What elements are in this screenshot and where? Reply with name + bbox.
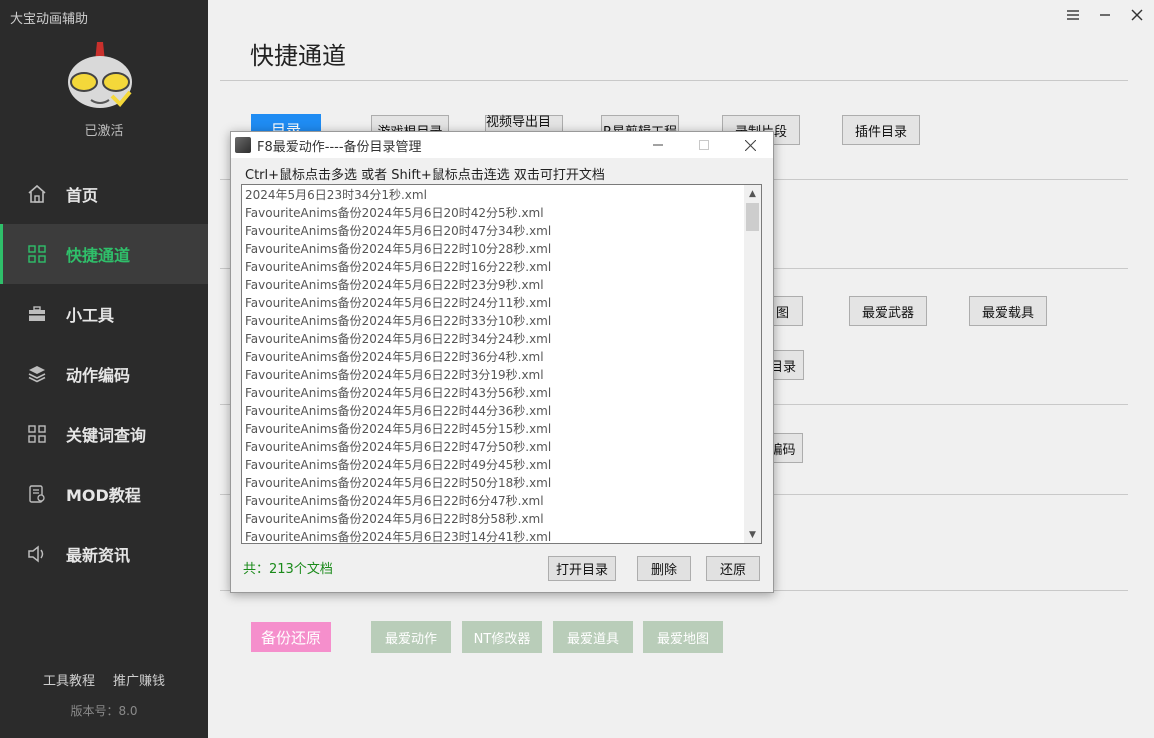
list-item[interactable]: FavouriteAnims备份2024年5月6日22时36分4秒.xml [245,348,745,366]
nt-modifier-button[interactable]: NT修改器 [462,621,542,653]
list-item[interactable]: FavouriteAnims备份2024年5月6日22时3分19秒.xml [245,366,745,384]
dialog-close-icon[interactable] [727,132,773,158]
list-item[interactable]: FavouriteAnims备份2024年5月6日22时49分45秒.xml [245,456,745,474]
window-controls [1064,4,1146,26]
document-icon [26,483,48,505]
sidebar-item-label: 快捷通道 [66,246,131,265]
scroll-down-icon[interactable]: ▼ [744,526,761,543]
scroll-up-icon[interactable]: ▲ [744,185,761,202]
tool-tutorial-link[interactable]: 工具教程 [43,670,95,689]
sidebar-nav: 首页 快捷通道 小工具 动作编码 关键词查询 MOD教程 最新资讯 [0,164,208,584]
backup-manager-dialog: F8最爱动作----备份目录管理 Ctrl+鼠标点击多选 或者 Shift+鼠标… [230,131,774,593]
sidebar-item-mod-tutorial[interactable]: MOD教程 [0,464,208,524]
favorite-actions-button[interactable]: 最爱动作 [371,621,451,653]
favorite-weapons-button[interactable]: 最爱武器 [849,296,927,326]
favorite-props-button[interactable]: 最爱道具 [553,621,633,653]
backup-restore-label[interactable]: 备份还原 [251,622,331,652]
list-item[interactable]: FavouriteAnims备份2024年5月6日22时8分58秒.xml [245,510,745,528]
sidebar: 大宝动画辅助 已激活 首页 快捷通道 小工具 动作编码 关键词查询 MOD教程 … [0,0,208,738]
file-list-items: 2024年5月6日23时34分1秒.xml FavouriteAnims备份202… [245,186,745,543]
dialog-maximize-icon [681,132,727,158]
promote-link[interactable]: 推广赚钱 [113,670,165,689]
scroll-thumb[interactable] [746,203,759,231]
sidebar-item-label: 首页 [66,186,99,205]
app-icon [235,137,251,153]
plugins-dir-button[interactable]: 插件目录 [842,115,920,145]
document-count: 共：213个文档 [243,562,333,577]
grid-icon [26,243,48,265]
sidebar-item-keyword-search[interactable]: 关键词查询 [0,404,208,464]
restore-button[interactable]: 还原 [706,556,760,581]
minimize-icon[interactable] [1096,4,1114,26]
list-item[interactable]: FavouriteAnims备份2024年5月6日20时42分5秒.xml [245,204,745,222]
activation-status: 已激活 [84,124,124,139]
speaker-icon [26,543,48,565]
list-item[interactable]: FavouriteAnims备份2024年5月6日22时43分56秒.xml [245,384,745,402]
dialog-titlebar[interactable]: F8最爱动作----备份目录管理 [231,132,773,158]
toolbox-icon [26,303,48,325]
dialog-title: F8最爱动作----备份目录管理 [257,139,422,155]
page-title: 快捷通道 [250,42,346,70]
dialog-window-controls [635,132,773,158]
version-label: 版本号：8.0 [70,704,138,718]
list-item[interactable]: FavouriteAnims备份2024年5月6日22时23分9秒.xml [245,276,745,294]
favorite-maps-button[interactable]: 最爱地图 [643,621,723,653]
list-item[interactable]: FavouriteAnims备份2024年5月6日22时44分36秒.xml [245,402,745,420]
list-item[interactable]: FavouriteAnims备份2024年5月6日22时47分50秒.xml [245,438,745,456]
close-icon[interactable] [1128,4,1146,26]
dialog-minimize-icon[interactable] [635,132,681,158]
list-item[interactable]: FavouriteAnims备份2024年5月6日22时50分18秒.xml [245,474,745,492]
sidebar-item-label: 关键词查询 [66,426,147,445]
list-item[interactable]: FavouriteAnims备份2024年5月6日22时34分24秒.xml [245,330,745,348]
sidebar-footer: 工具教程 推广赚钱 [0,670,208,689]
sidebar-item-action-codes[interactable]: 动作编码 [0,344,208,404]
list-item[interactable]: FavouriteAnims备份2024年5月6日22时16分22秒.xml [245,258,745,276]
sidebar-item-label: 动作编码 [66,366,131,385]
delete-button[interactable]: 删除 [637,556,691,581]
grid-icon [26,423,48,445]
layers-icon [26,363,48,385]
home-icon [26,183,48,205]
list-item[interactable]: FavouriteAnims备份2024年5月6日20时47分34秒.xml [245,222,745,240]
avatar [68,42,132,108]
open-directory-button[interactable]: 打开目录 [548,556,616,581]
app-title: 大宝动画辅助 [10,12,89,27]
list-item[interactable]: FavouriteAnims备份2024年5月6日22时6分47秒.xml [245,492,745,510]
list-item[interactable]: FavouriteAnims备份2024年5月6日22时33分10秒.xml [245,312,745,330]
sidebar-item-tools[interactable]: 小工具 [0,284,208,344]
list-item[interactable]: FavouriteAnims备份2024年5月6日22时24分11秒.xml [245,294,745,312]
list-item[interactable]: FavouriteAnims备份2024年5月6日23时14分41秒.xml [245,528,745,543]
divider [220,80,1128,81]
sidebar-item-label: 最新资讯 [66,546,131,565]
menu-icon[interactable] [1064,4,1082,26]
selection-hint: Ctrl+鼠标点击多选 或者 Shift+鼠标点击连选 双击可打开文档 [245,168,605,183]
backup-file-list[interactable]: 2024年5月6日23时34分1秒.xml FavouriteAnims备份202… [241,184,762,544]
list-scrollbar[interactable]: ▲ ▼ [744,185,761,543]
list-item[interactable]: FavouriteAnims备份2024年5月6日22时10分28秒.xml [245,240,745,258]
sidebar-item-shortcuts[interactable]: 快捷通道 [0,224,208,284]
sidebar-item-home[interactable]: 首页 [0,164,208,224]
favorite-vehicles-button[interactable]: 最爱载具 [969,296,1047,326]
sidebar-item-news[interactable]: 最新资讯 [0,524,208,584]
sidebar-item-label: MOD教程 [66,486,141,505]
list-item[interactable]: FavouriteAnims备份2024年5月6日22时45分15秒.xml [245,420,745,438]
sidebar-item-label: 小工具 [66,306,115,325]
list-item[interactable]: 2024年5月6日23时34分1秒.xml [245,186,745,204]
